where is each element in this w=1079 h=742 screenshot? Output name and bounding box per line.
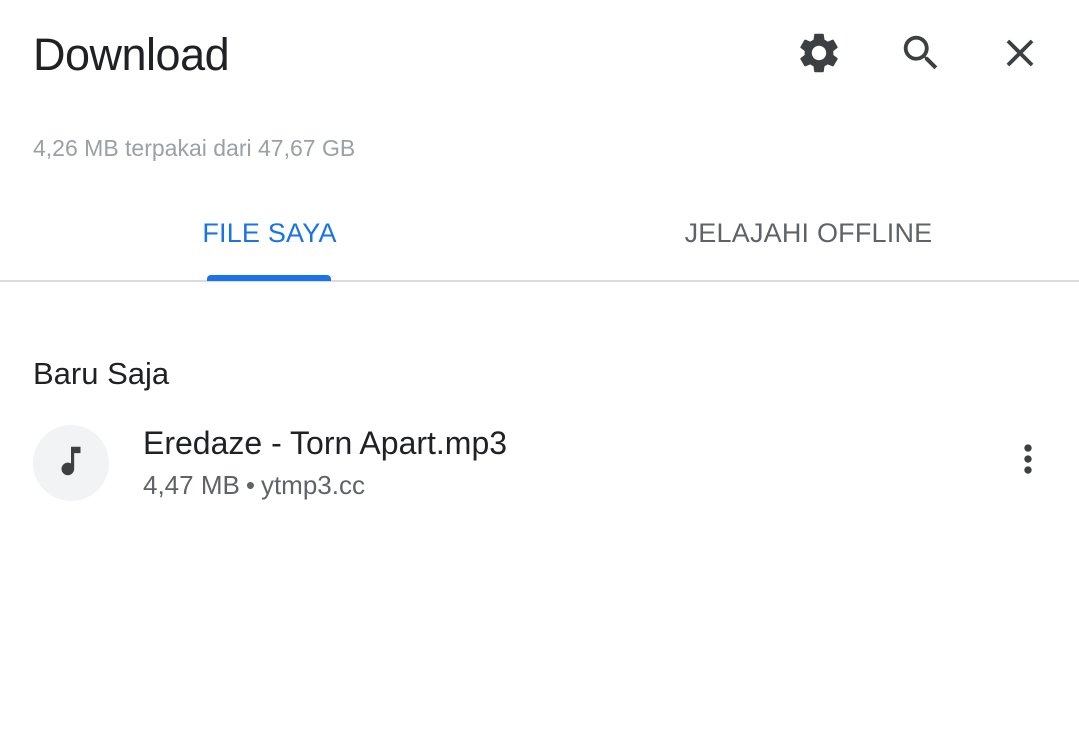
music-note-icon — [52, 442, 90, 485]
search-button[interactable] — [891, 23, 951, 83]
download-item[interactable]: Eredaze - Torn Apart.mp3 4,47 MB • ytmp3.c… — [0, 410, 1079, 520]
settings-button[interactable] — [789, 23, 849, 83]
tab-my-files[interactable]: FILE SAYA — [0, 190, 539, 280]
close-icon — [997, 30, 1043, 76]
more-vert-icon — [1006, 437, 1050, 486]
search-icon — [898, 30, 944, 76]
tab-bar: FILE SAYA JELAJAHI OFFLINE — [0, 190, 1079, 282]
section-title: Baru Saja — [33, 356, 170, 391]
close-button[interactable] — [990, 23, 1050, 83]
tab-label: JELAJAHI OFFLINE — [684, 218, 933, 248]
active-tab-indicator — [207, 275, 331, 281]
file-source: ytmp3.cc — [260, 470, 365, 500]
file-thumbnail — [33, 425, 109, 501]
file-name: Eredaze - Torn Apart.mp3 — [143, 425, 508, 461]
app-header: Download — [0, 0, 1079, 110]
file-size: 4,47 MB — [143, 470, 240, 500]
file-meta: 4,47 MB • ytmp3.cc — [143, 468, 365, 502]
more-options-button[interactable] — [1000, 433, 1056, 489]
gear-icon — [795, 29, 843, 77]
storage-usage-text: 4,26 MB terpakai dari 47,67 GB — [33, 135, 356, 161]
page-title: Download — [33, 29, 230, 80]
meta-separator: • — [245, 470, 255, 500]
tab-explore-offline[interactable]: JELAJAHI OFFLINE — [539, 190, 1078, 280]
tab-label: FILE SAYA — [202, 218, 337, 248]
